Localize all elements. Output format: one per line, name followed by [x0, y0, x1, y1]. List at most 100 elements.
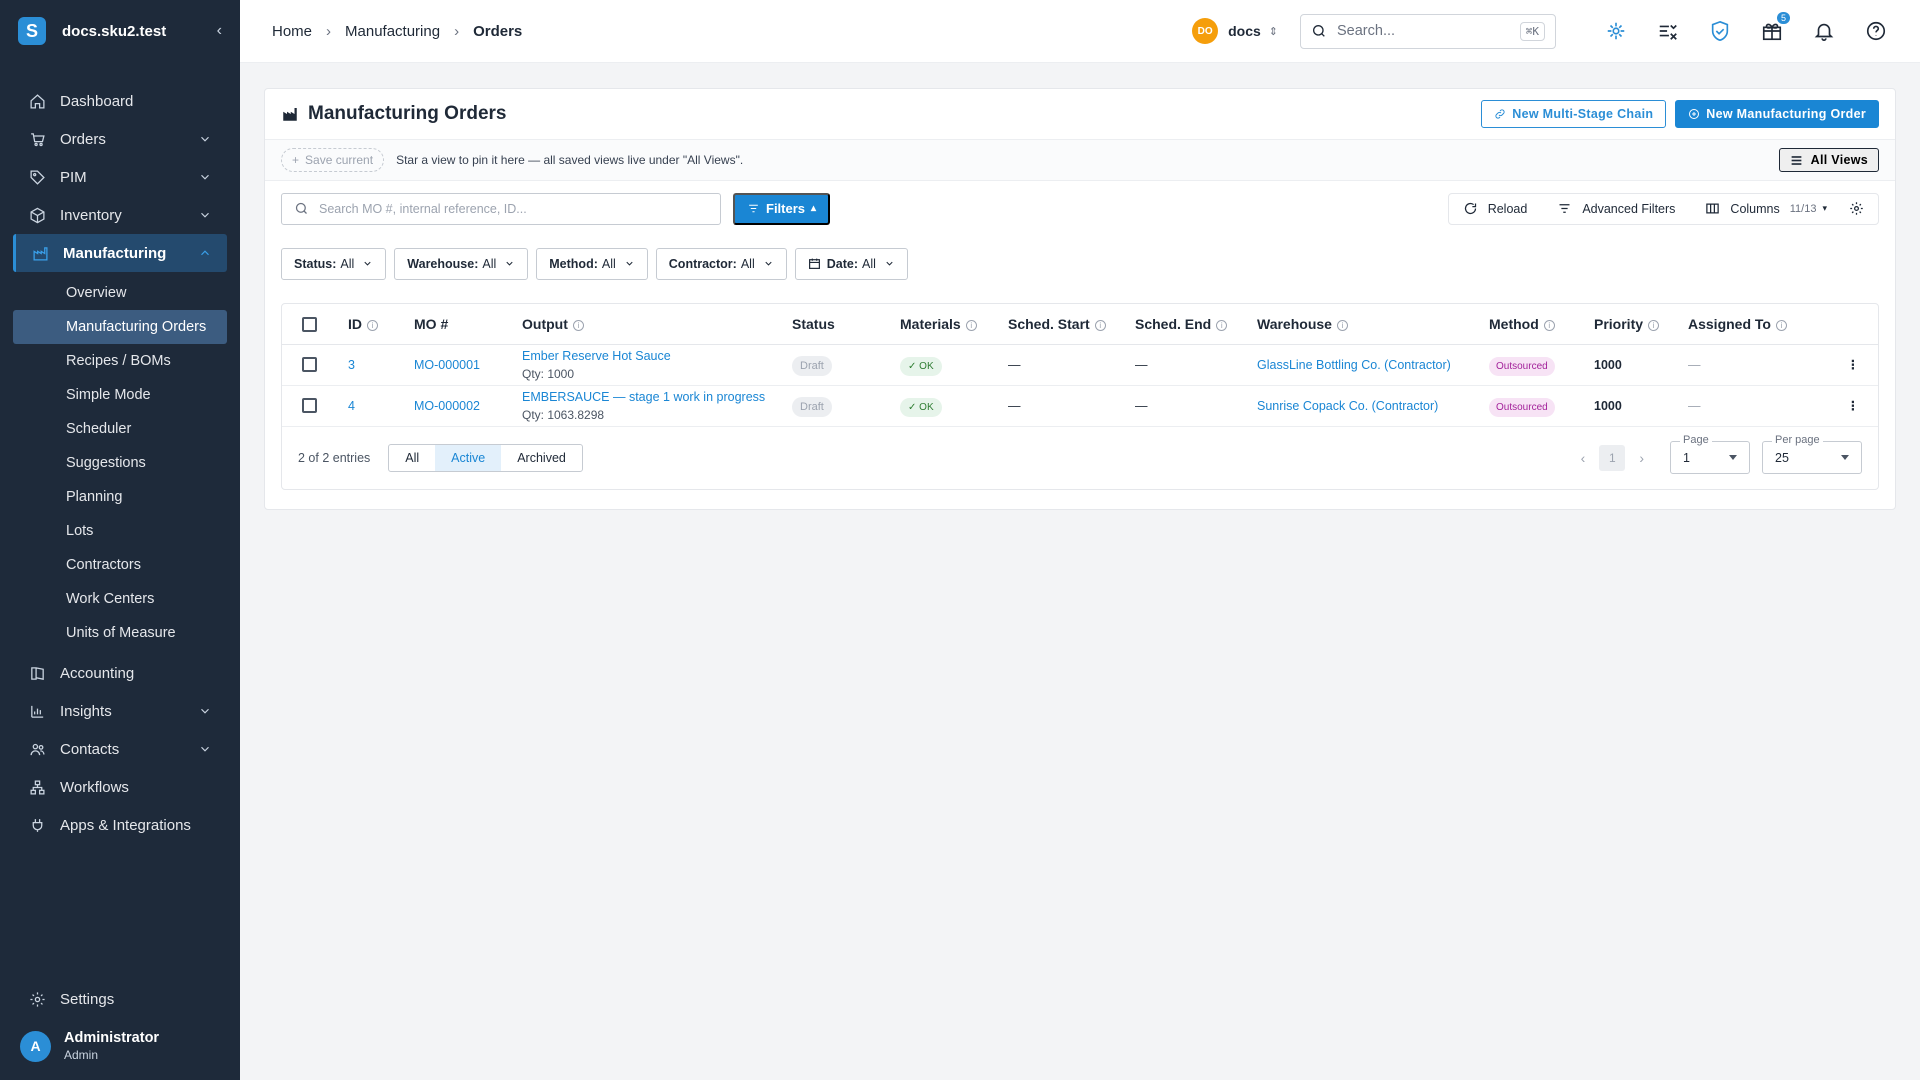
column-header-priority[interactable]: Priority i — [1586, 304, 1680, 345]
segment-all[interactable]: All — [389, 445, 435, 471]
collapse-sidebar-icon[interactable]: ‹ — [217, 22, 222, 40]
column-header-mo[interactable]: MO # — [406, 304, 514, 345]
table-settings-button[interactable] — [1841, 195, 1872, 223]
column-header-label: Priority — [1594, 315, 1644, 332]
date-filter-chip[interactable]: Date: All — [794, 247, 908, 280]
status-filter-chip[interactable]: Status: All — [281, 247, 387, 280]
all-views-button[interactable]: All Views — [1778, 148, 1879, 172]
sidebar-item-contacts[interactable]: Contacts — [0, 730, 240, 768]
check-icon: ✓ — [908, 360, 920, 372]
gift-icon[interactable]: 5 — [1760, 12, 1790, 43]
row-checkbox[interactable] — [302, 398, 317, 414]
sidebar-subitem-overview[interactable]: Overview — [0, 276, 240, 310]
chevron-right-icon: › — [326, 22, 332, 40]
column-header-sched-end[interactable]: Sched. End i — [1127, 304, 1249, 345]
chip-label: Warehouse: — [407, 256, 479, 271]
breadcrumb-manufacturing[interactable]: Manufacturing — [345, 23, 440, 40]
sidebar-subitem-recipes[interactable]: Recipes / BOMs — [0, 344, 240, 378]
plus-icon: + — [292, 153, 300, 167]
page-number[interactable]: 1 — [1599, 444, 1626, 471]
sidebar-subitem-lots[interactable]: Lots — [0, 514, 240, 548]
table-search-input[interactable] — [319, 201, 708, 216]
chevron-down-icon — [886, 261, 893, 266]
sidebar-subitem-manufacturing-orders[interactable]: Manufacturing Orders — [13, 310, 227, 344]
chevron-left-icon[interactable]: ‹ — [1567, 450, 1600, 466]
method-filter-chip[interactable]: Method: All — [536, 247, 648, 280]
sidebar-item-accounting[interactable]: Accounting — [0, 654, 240, 692]
breadcrumb-home[interactable]: Home — [272, 23, 312, 40]
chevron-down-icon — [765, 261, 772, 266]
row-id-link[interactable]: 4 — [348, 399, 355, 413]
sidebar-subitem-work-centers[interactable]: Work Centers — [0, 582, 240, 616]
per-page-select[interactable]: Per page 25 — [1762, 434, 1862, 474]
warehouse-link[interactable]: GlassLine Bottling Co. (Contractor) — [1257, 358, 1451, 372]
new-manufacturing-order-button[interactable]: New Manufacturing Order — [1675, 100, 1879, 128]
row-actions-menu-icon[interactable]: ⋮ — [1828, 344, 1878, 386]
columns-button[interactable]: Columns 11/13 ▾ — [1697, 195, 1835, 223]
shield-icon[interactable] — [1708, 19, 1732, 43]
segment-active[interactable]: Active — [435, 444, 502, 471]
page-select[interactable]: Page 1 — [1670, 434, 1750, 474]
info-icon: i — [1094, 319, 1106, 331]
method-badge: Outsourced — [1489, 356, 1555, 376]
row-output-link[interactable]: EMBERSAUCE — stage 1 work in progress — [522, 390, 776, 404]
advanced-filters-button[interactable]: Advanced Filters — [1549, 195, 1683, 223]
sidebar-item-manufacturing[interactable]: Manufacturing — [13, 234, 227, 272]
warehouse-filter-chip[interactable]: Warehouse: All — [394, 247, 529, 280]
warehouse-link[interactable]: Sunrise Copack Co. (Contractor) — [1257, 399, 1438, 413]
new-multi-stage-chain-button[interactable]: New Multi-Stage Chain — [1481, 100, 1667, 128]
row-actions-menu-icon[interactable]: ⋮ — [1828, 385, 1878, 427]
reload-button[interactable]: Reload — [1455, 195, 1536, 223]
row-output-link[interactable]: Ember Reserve Hot Sauce — [522, 349, 776, 363]
save-current-view-button[interactable]: + Save current — [281, 148, 385, 172]
column-header-output[interactable]: Output i — [514, 304, 784, 345]
gift-badge: 5 — [1776, 12, 1790, 24]
sidebar-item-settings[interactable]: Settings — [0, 980, 240, 1018]
sidebar-item-apps[interactable]: Apps & Integrations — [0, 806, 240, 844]
materials-badge: ✓ OK — [900, 356, 942, 376]
column-header-method[interactable]: Method i — [1481, 304, 1586, 345]
bell-icon[interactable] — [1812, 19, 1836, 43]
row-mo-link[interactable]: MO-000001 — [414, 358, 480, 372]
sidebar-item-dashboard[interactable]: Dashboard — [0, 82, 240, 120]
sidebar-item-orders[interactable]: Orders — [0, 120, 240, 158]
tenant-switcher[interactable]: DO docs ⇕ — [1192, 18, 1278, 44]
column-header-sched-start[interactable]: Sched. Start i — [1000, 304, 1127, 345]
columns-icon — [1706, 203, 1720, 214]
tasks-icon[interactable] — [1656, 19, 1680, 43]
row-id-link[interactable]: 3 — [348, 358, 355, 372]
column-header-materials[interactable]: Materials i — [892, 304, 1000, 345]
select-all-checkbox[interactable] — [302, 317, 317, 333]
tenant-name: docs — [1228, 23, 1261, 39]
sidebar-subitem-suggestions[interactable]: Suggestions — [0, 446, 240, 480]
chevron-right-icon[interactable]: › — [1625, 450, 1658, 466]
sidebar-subitem-simple-mode[interactable]: Simple Mode — [0, 378, 240, 412]
table-row[interactable]: 4 MO-000002 EMBERSAUCE — stage 1 work in… — [282, 385, 1878, 427]
column-header-id[interactable]: ID i — [340, 304, 406, 345]
sidebar-item-pim[interactable]: PIM — [0, 158, 240, 196]
sidebar-subitem-contractors[interactable]: Contractors — [0, 548, 240, 582]
sidebar-item-insights[interactable]: Insights — [0, 692, 240, 730]
row-checkbox[interactable] — [302, 357, 317, 373]
sidebar-item-workflows[interactable]: Workflows — [0, 768, 240, 806]
sidebar-item-label: Insights — [60, 702, 112, 720]
column-header-warehouse[interactable]: Warehouse i — [1249, 304, 1481, 345]
ai-sparkle-icon[interactable] — [1604, 19, 1628, 43]
sched-start-value: — — [1000, 385, 1127, 427]
help-icon[interactable] — [1864, 19, 1888, 43]
manufacturing-submenu: Overview Manufacturing Orders Recipes / … — [0, 272, 240, 654]
column-header-status[interactable]: Status — [784, 304, 892, 345]
table-row[interactable]: 3 MO-000001 Ember Reserve Hot Sauce Qty: … — [282, 344, 1878, 386]
app-logo: S — [18, 17, 46, 45]
sidebar-subitem-scheduler[interactable]: Scheduler — [0, 412, 240, 446]
filters-button[interactable]: Filters ▴ — [733, 192, 831, 225]
row-mo-link[interactable]: MO-000002 — [414, 399, 480, 413]
sidebar-subitem-units[interactable]: Units of Measure — [0, 616, 240, 650]
column-header-assigned[interactable]: Assigned To i — [1680, 304, 1828, 345]
segment-archived[interactable]: Archived — [501, 445, 582, 471]
global-search[interactable]: Search... ⌘K — [1300, 13, 1556, 49]
contractor-filter-chip[interactable]: Contractor: All — [655, 247, 787, 280]
user-profile[interactable]: A Administrator Admin — [0, 1018, 240, 1080]
sidebar-subitem-planning[interactable]: Planning — [0, 480, 240, 514]
sidebar-item-inventory[interactable]: Inventory — [0, 196, 240, 234]
